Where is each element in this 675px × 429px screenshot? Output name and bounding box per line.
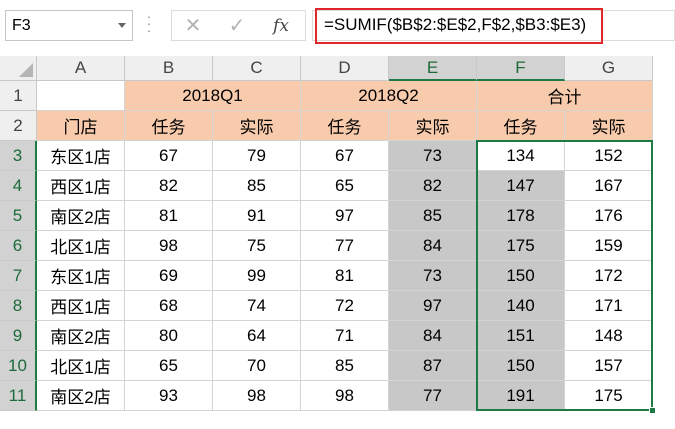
cell-a10[interactable]: 北区1店 [37,351,125,381]
column-header-a[interactable]: A [37,56,125,81]
cell-b10[interactable]: 65 [125,351,213,381]
cell-e6[interactable]: 84 [389,231,477,261]
cell-a3[interactable]: 东区1店 [37,141,125,171]
cell-e5[interactable]: 85 [389,201,477,231]
cell-d6[interactable]: 77 [301,231,389,261]
row-header-5[interactable]: 5 [0,201,37,231]
cell-a8[interactable]: 西区1店 [37,291,125,321]
row-header-6[interactable]: 6 [0,231,37,261]
cell-a11[interactable]: 南区2店 [37,381,125,411]
cell-d4[interactable]: 65 [301,171,389,201]
cell-f3[interactable]: 134 [477,141,565,171]
cell-f4[interactable]: 147 [477,171,565,201]
header-cell-a2[interactable]: 门店 [37,111,125,141]
cell-d8[interactable]: 72 [301,291,389,321]
row-header-10[interactable]: 10 [0,351,37,381]
cell-f11[interactable]: 191 [477,381,565,411]
cell-d9[interactable]: 71 [301,321,389,351]
cell-d3[interactable]: 67 [301,141,389,171]
cell-f9[interactable]: 151 [477,321,565,351]
cell-b7[interactable]: 69 [125,261,213,291]
cell-f8[interactable]: 140 [477,291,565,321]
header-2018q2[interactable]: 2018Q2 [301,81,477,111]
cell-c7[interactable]: 99 [213,261,301,291]
row-header-3[interactable]: 3 [0,141,37,171]
cell-g4[interactable]: 167 [565,171,653,201]
cell-a4[interactable]: 西区1店 [37,171,125,201]
column-header-g[interactable]: G [565,56,653,81]
cell-g9[interactable]: 148 [565,321,653,351]
cell-c4[interactable]: 85 [213,171,301,201]
cell-e10[interactable]: 87 [389,351,477,381]
cell-f5[interactable]: 178 [477,201,565,231]
cell-b3[interactable]: 67 [125,141,213,171]
column-header-d[interactable]: D [301,56,389,81]
cell-c5[interactable]: 91 [213,201,301,231]
spreadsheet-grid: A B C D E F G 1 2 3 4 5 6 7 8 9 10 11 2018Q1 2018Q2 合计 门店 任务 实际… [0,0,675,429]
cell-c11[interactable]: 98 [213,381,301,411]
cell-a5[interactable]: 南区2店 [37,201,125,231]
cell-f10[interactable]: 150 [477,351,565,381]
cell-d10[interactable]: 85 [301,351,389,381]
cell-e9[interactable]: 84 [389,321,477,351]
cell-b5[interactable]: 81 [125,201,213,231]
row-header-7[interactable]: 7 [0,261,37,291]
cell-d5[interactable]: 97 [301,201,389,231]
select-all-corner[interactable] [0,56,37,81]
cell-f7[interactable]: 150 [477,261,565,291]
cell-b8[interactable]: 68 [125,291,213,321]
cell-a6[interactable]: 北区1店 [37,231,125,261]
header-cell-g2[interactable]: 实际 [565,111,653,141]
column-header-e[interactable]: E [389,56,477,81]
header-cell-f2[interactable]: 任务 [477,111,565,141]
cell-c6[interactable]: 75 [213,231,301,261]
cell-c10[interactable]: 70 [213,351,301,381]
select-all-triangle-icon [19,63,33,77]
cell-c3[interactable]: 79 [213,141,301,171]
cell-a9[interactable]: 南区2店 [37,321,125,351]
row-header-8[interactable]: 8 [0,291,37,321]
row-header-11[interactable]: 11 [0,381,37,411]
row-header-1[interactable]: 1 [0,81,37,111]
header-cell-c2[interactable]: 实际 [213,111,301,141]
cell-b6[interactable]: 98 [125,231,213,261]
cell-e8[interactable]: 97 [389,291,477,321]
cell-e11[interactable]: 77 [389,381,477,411]
column-header-c[interactable]: C [213,56,301,81]
header-cell-b2[interactable]: 任务 [125,111,213,141]
cell-b9[interactable]: 80 [125,321,213,351]
fill-handle[interactable] [649,407,656,414]
cell-a7[interactable]: 东区1店 [37,261,125,291]
cell-d7[interactable]: 81 [301,261,389,291]
cell-b4[interactable]: 82 [125,171,213,201]
cell-g6[interactable]: 159 [565,231,653,261]
cell-g7[interactable]: 172 [565,261,653,291]
cell-a1[interactable] [37,81,125,111]
column-header-b[interactable]: B [125,56,213,81]
row-header-4[interactable]: 4 [0,171,37,201]
cell-e4[interactable]: 82 [389,171,477,201]
cell-g10[interactable]: 157 [565,351,653,381]
row-header-2[interactable]: 2 [0,111,37,141]
header-cell-e2[interactable]: 实际 [389,111,477,141]
header-2018q1[interactable]: 2018Q1 [125,81,301,111]
cell-c9[interactable]: 64 [213,321,301,351]
cell-e3[interactable]: 73 [389,141,477,171]
column-header-f[interactable]: F [477,56,565,81]
cell-e7[interactable]: 73 [389,261,477,291]
cell-g8[interactable]: 171 [565,291,653,321]
cell-b11[interactable]: 93 [125,381,213,411]
cell-g5[interactable]: 176 [565,201,653,231]
header-total[interactable]: 合计 [477,81,653,111]
row-header-9[interactable]: 9 [0,321,37,351]
cell-g3[interactable]: 152 [565,141,653,171]
cell-c8[interactable]: 74 [213,291,301,321]
cell-f6[interactable]: 175 [477,231,565,261]
cell-g11[interactable]: 175 [565,381,653,411]
header-cell-d2[interactable]: 任务 [301,111,389,141]
cell-d11[interactable]: 98 [301,381,389,411]
